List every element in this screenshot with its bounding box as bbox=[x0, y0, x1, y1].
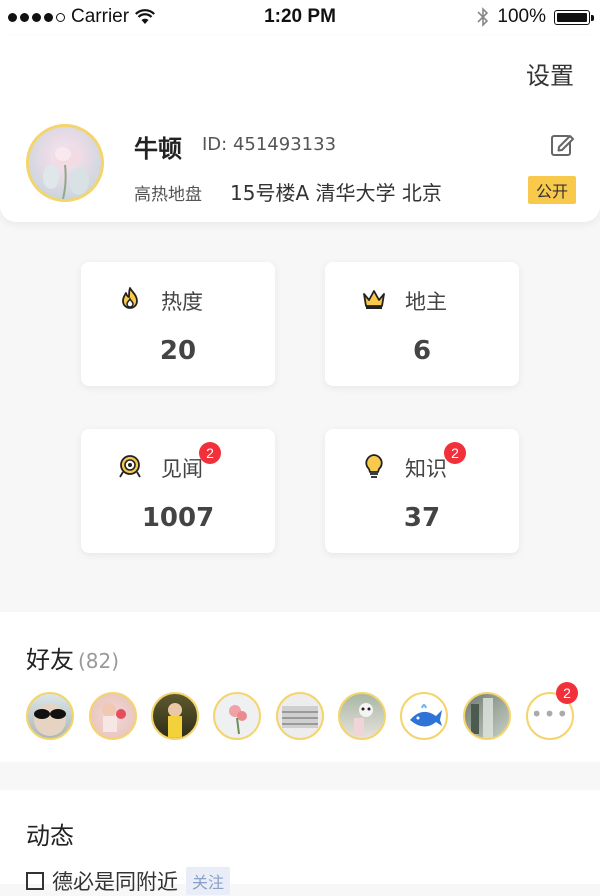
avatar-image bbox=[43, 146, 89, 199]
friend-avatar[interactable] bbox=[213, 692, 261, 740]
stat-value: 6 bbox=[412, 336, 432, 366]
profile-name: 牛顿 bbox=[134, 135, 182, 163]
flower-image bbox=[229, 705, 247, 735]
avatar-image bbox=[102, 703, 126, 732]
friend-avatar[interactable] bbox=[89, 692, 137, 740]
stat-card-knowledge[interactable]: 知识 2 37 bbox=[325, 429, 519, 553]
notification-badge: 2 bbox=[556, 682, 578, 704]
bluetooth-icon bbox=[477, 7, 489, 27]
target-icon bbox=[119, 455, 141, 478]
battery-icon bbox=[554, 9, 594, 25]
friend-avatar[interactable] bbox=[26, 692, 74, 740]
location-label: 高热地盘 bbox=[134, 185, 202, 205]
avatar-image bbox=[354, 703, 373, 736]
stat-value: 1007 bbox=[141, 503, 215, 533]
visibility-badge[interactable]: 公开 bbox=[527, 176, 576, 204]
friend-avatar[interactable] bbox=[463, 692, 511, 740]
location-value: 15号楼A 清华大学 北京 bbox=[230, 181, 442, 205]
dynamic-title: 动态 bbox=[26, 822, 74, 850]
status-right: 100% bbox=[477, 6, 594, 28]
stat-label: 热度 bbox=[161, 290, 203, 314]
stat-label: 见闻 bbox=[161, 457, 203, 481]
avatar-image bbox=[471, 698, 493, 738]
stat-label: 地主 bbox=[405, 290, 447, 314]
post-icon bbox=[26, 872, 44, 890]
friends-section: 好友 (82) ••• 2 bbox=[0, 612, 600, 762]
notification-badge: 2 bbox=[444, 442, 466, 464]
flame-icon bbox=[122, 287, 138, 309]
profile-header: 设置 牛顿 ID: 451493133 高热地盘 15号楼A 清华大学 北京 公… bbox=[0, 36, 600, 222]
avatar-image bbox=[168, 703, 182, 738]
edit-icon[interactable] bbox=[550, 132, 576, 158]
friends-count: (82) bbox=[78, 649, 120, 673]
dynamic-item-text: 德必是同附近 bbox=[52, 870, 178, 894]
friends-heading[interactable]: 好友 (82) bbox=[26, 640, 119, 675]
lightbulb-icon bbox=[365, 454, 383, 478]
dynamic-section: 动态 德必是同附近 关注 bbox=[0, 790, 600, 895]
stat-card-landlord[interactable]: 地主 6 bbox=[325, 262, 519, 386]
stat-value: 20 bbox=[159, 336, 197, 366]
profile-avatar[interactable] bbox=[26, 124, 104, 202]
building-image bbox=[282, 706, 318, 728]
dynamic-item[interactable]: 德必是同附近 关注 bbox=[26, 866, 231, 896]
follow-tag[interactable]: 关注 bbox=[186, 867, 231, 895]
friend-avatar[interactable] bbox=[400, 692, 448, 740]
crown-icon bbox=[363, 290, 385, 309]
sunglasses-image bbox=[34, 704, 66, 736]
stat-card-heat[interactable]: 热度 20 bbox=[81, 262, 275, 386]
stat-card-news[interactable]: 见闻 2 1007 bbox=[81, 429, 275, 553]
friend-avatar[interactable] bbox=[276, 692, 324, 740]
whale-image bbox=[410, 704, 442, 727]
status-bar: Carrier 1:20 PM 100% bbox=[0, 0, 600, 36]
friend-avatar[interactable] bbox=[151, 692, 199, 740]
notification-badge: 2 bbox=[199, 442, 221, 464]
stat-value: 37 bbox=[403, 503, 441, 533]
friends-title: 好友 bbox=[26, 646, 74, 674]
stat-label: 知识 bbox=[405, 457, 447, 481]
settings-button[interactable]: 设置 bbox=[526, 56, 574, 91]
battery-percent: 100% bbox=[497, 6, 546, 27]
profile-id: ID: 451493133 bbox=[202, 134, 337, 155]
friend-avatar[interactable] bbox=[338, 692, 386, 740]
